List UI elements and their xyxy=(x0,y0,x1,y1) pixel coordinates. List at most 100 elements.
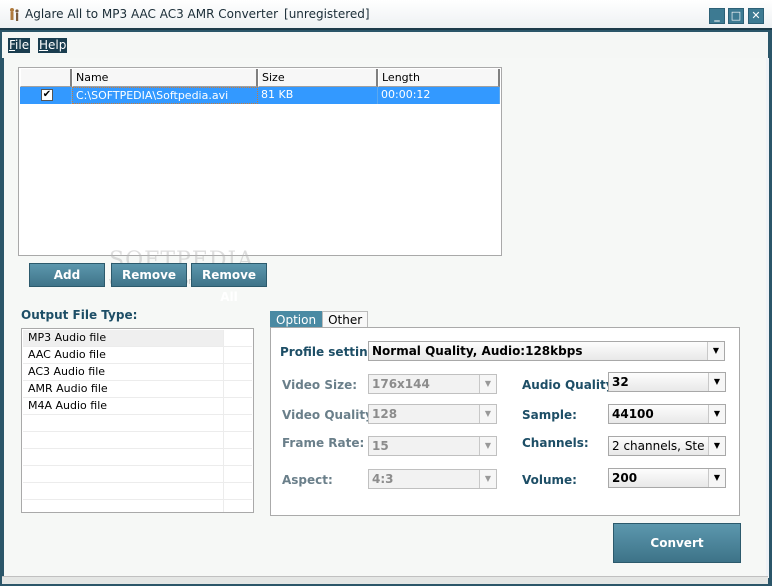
output-type-label: AAC Audio file xyxy=(23,347,224,363)
chevron-down-icon: ▼ xyxy=(708,373,725,391)
chevron-down-icon: ▼ xyxy=(708,437,725,455)
output-type-extra-cell xyxy=(225,330,252,346)
volume-select[interactable]: 200 ▼ xyxy=(608,468,726,488)
file-checkbox[interactable]: ✔ xyxy=(41,89,53,101)
file-length: 00:00:12 xyxy=(378,87,500,104)
output-type-empty-row xyxy=(23,415,252,432)
audio-quality-select[interactable]: 32 ▼ xyxy=(608,372,726,392)
video-size-value: 176x144 xyxy=(372,377,430,391)
output-type-extra-cell xyxy=(225,500,252,516)
output-type-label xyxy=(23,415,224,431)
sample-value: 44100 xyxy=(612,407,654,421)
menu-help-accel: H xyxy=(39,38,49,52)
chevron-down-icon: ▼ xyxy=(707,342,724,360)
output-type-item[interactable]: AAC Audio file xyxy=(23,347,252,364)
audio-quality-label: Audio Quality: xyxy=(522,378,619,392)
menu-file-label: ile xyxy=(15,38,30,52)
aspect-select[interactable]: 4:3 ▼ xyxy=(368,469,497,489)
output-type-extra-cell xyxy=(225,415,252,431)
output-type-label xyxy=(23,449,224,465)
output-type-item[interactable]: M4A Audio file xyxy=(23,398,252,415)
output-type-empty-row xyxy=(23,500,252,512)
volume-value: 200 xyxy=(612,471,638,485)
tab-other[interactable]: Other xyxy=(322,311,369,328)
add-button[interactable]: Add xyxy=(29,263,105,287)
output-type-item[interactable]: MP3 Audio file xyxy=(23,330,252,347)
app-icon xyxy=(10,8,19,21)
column-header-length[interactable]: Length xyxy=(378,69,500,87)
chevron-down-icon: ▼ xyxy=(708,405,725,423)
menu-help[interactable]: Help xyxy=(38,38,68,53)
aspect-label: Aspect: xyxy=(282,473,333,487)
chevron-down-icon: ▼ xyxy=(708,469,725,487)
output-type-extra-cell xyxy=(225,381,252,397)
video-size-label: Video Size: xyxy=(282,378,358,392)
file-size: 81 KB xyxy=(258,87,378,104)
output-type-extra-cell xyxy=(225,398,252,414)
convert-button[interactable]: Convert xyxy=(613,523,741,563)
output-type-label xyxy=(23,466,224,482)
title-bar[interactable]: Aglare All to MP3 AAC AC3 AMR Converter [… xyxy=(0,0,772,30)
menu-file[interactable]: File xyxy=(8,38,31,53)
status-bar xyxy=(2,576,768,584)
aspect-value: 4:3 xyxy=(372,472,394,486)
channels-value: 2 channels, Stereo xyxy=(612,439,705,453)
profile-setting-value: Normal Quality, Audio:128kbps xyxy=(372,344,583,358)
video-quality-select[interactable]: 128 ▼ xyxy=(368,404,497,424)
profile-setting-select[interactable]: Normal Quality, Audio:128kbps ▼ xyxy=(368,341,725,361)
tab-option[interactable]: Option xyxy=(270,311,323,328)
output-type-extra-cell xyxy=(225,364,252,380)
app-window: Aglare All to MP3 AAC AC3 AMR Converter [… xyxy=(0,0,772,586)
video-quality-value: 128 xyxy=(372,407,398,421)
output-type-empty-row xyxy=(23,483,252,500)
maximize-icon: □ xyxy=(730,9,742,22)
minimize-button[interactable]: _ xyxy=(709,8,725,24)
output-type-label xyxy=(23,483,224,499)
options-tabs: Option Other xyxy=(270,311,369,328)
close-button[interactable]: ✕ xyxy=(748,8,764,24)
options-panel: Profile setting: Normal Quality, Audio:1… xyxy=(270,327,740,516)
window-right-border xyxy=(766,58,769,578)
output-type-item[interactable]: AC3 Audio file xyxy=(23,364,252,381)
file-list-header: Name Size Length xyxy=(20,69,500,87)
file-list[interactable]: Name Size Length ✔ C:\SOFTPEDIA\Softpedi… xyxy=(18,67,502,256)
output-type-list[interactable]: MP3 Audio file AAC Audio file AC3 Audio … xyxy=(21,328,254,513)
chevron-down-icon: ▼ xyxy=(479,437,496,455)
output-type-extra-cell xyxy=(225,432,252,448)
sample-select[interactable]: 44100 ▼ xyxy=(608,404,726,424)
chevron-down-icon: ▼ xyxy=(479,405,496,423)
window-title-text: Aglare All to MP3 AAC AC3 AMR Converter xyxy=(25,7,279,21)
output-type-empty-row xyxy=(23,449,252,466)
output-type-label: AMR Audio file xyxy=(23,381,224,397)
registration-status: [unregistered] xyxy=(284,7,370,21)
remove-all-button[interactable]: Remove All xyxy=(191,263,267,304)
volume-label: Volume: xyxy=(522,473,577,487)
maximize-button[interactable]: □ xyxy=(728,8,744,24)
frame-rate-select[interactable]: 15 ▼ xyxy=(368,436,497,456)
output-type-empty-row xyxy=(23,466,252,483)
output-type-label xyxy=(23,500,224,512)
column-header-check[interactable] xyxy=(20,69,72,87)
frame-rate-value: 15 xyxy=(372,439,389,453)
output-type-label: M4A Audio file xyxy=(23,398,224,414)
video-size-select[interactable]: 176x144 ▼ xyxy=(368,374,497,394)
checkmark-icon: ✔ xyxy=(42,89,52,100)
channels-select[interactable]: 2 channels, Stereo ▼ xyxy=(608,436,726,456)
output-type-label: AC3 Audio file xyxy=(23,364,224,380)
output-type-extra-cell xyxy=(225,466,252,482)
menu-bar: File Help xyxy=(2,32,768,58)
main-panel: Name Size Length ✔ C:\SOFTPEDIA\Softpedi… xyxy=(4,58,766,576)
channels-label: Channels: xyxy=(522,436,589,450)
output-type-label: MP3 Audio file xyxy=(23,330,224,346)
remove-button[interactable]: Remove xyxy=(111,263,187,287)
sample-label: Sample: xyxy=(522,408,577,422)
output-type-item[interactable]: AMR Audio file xyxy=(23,381,252,398)
column-header-size[interactable]: Size xyxy=(258,69,378,87)
close-icon: ✕ xyxy=(751,9,761,22)
profile-setting-label: Profile setting: xyxy=(280,345,382,359)
menu-help-label: elp xyxy=(48,38,67,52)
output-type-extra-cell xyxy=(225,483,252,499)
column-header-name[interactable]: Name xyxy=(72,69,258,87)
file-row[interactable]: ✔ C:\SOFTPEDIA\Softpedia.avi 81 KB 00:00… xyxy=(20,87,500,104)
file-row-check-cell: ✔ xyxy=(20,87,72,104)
